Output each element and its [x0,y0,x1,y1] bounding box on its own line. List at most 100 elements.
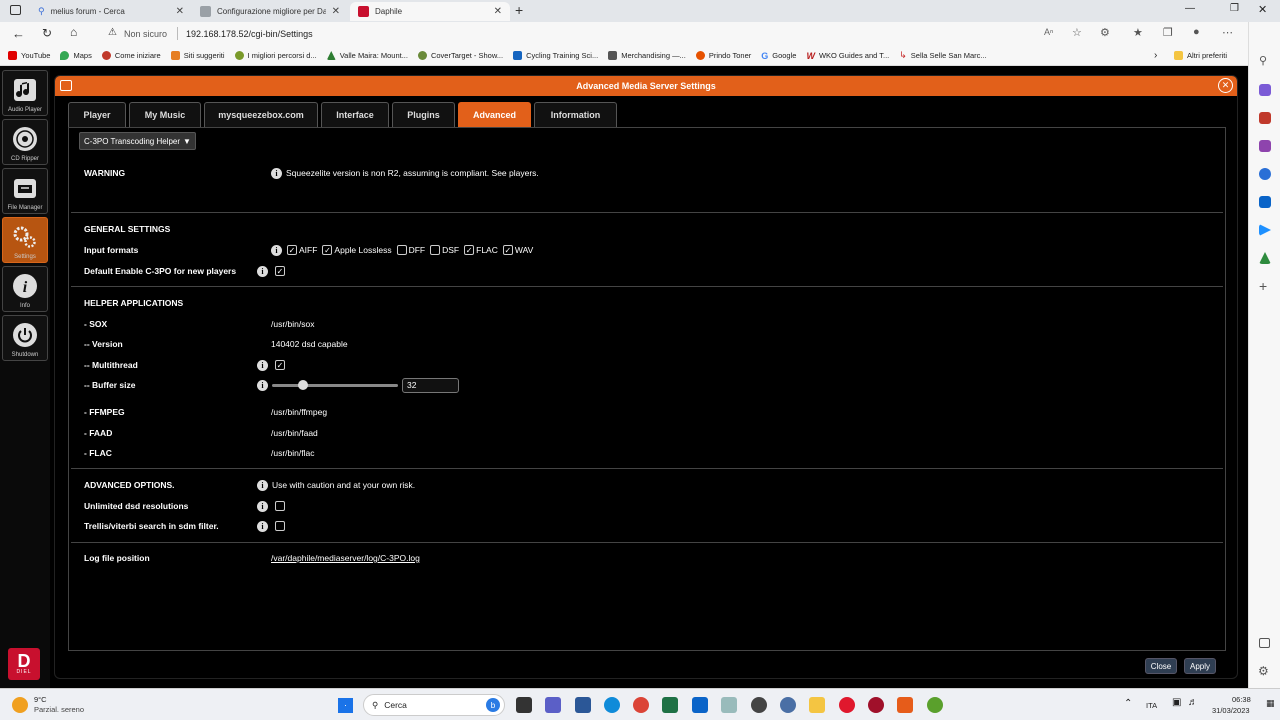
tab-advanced[interactable]: Advanced [458,102,531,127]
default-enable-checkbox[interactable]: ✓ [275,266,285,276]
bookmark-wko[interactable]: W WKO Guides and T... [806,51,889,61]
nav-cd-ripper[interactable]: CD Ripper [2,119,48,165]
info-icon[interactable]: i [271,244,282,256]
home-icon[interactable]: ⌂ [70,25,77,39]
edge-icon[interactable] [604,697,620,713]
outlook-icon[interactable] [692,697,708,713]
trellis-checkbox[interactable] [275,521,285,531]
file-explorer-icon[interactable] [809,697,825,713]
format-alac-checkbox[interactable]: ✓ [322,245,333,255]
settings-icon[interactable]: ⚙ [1258,664,1269,678]
language-indicator[interactable]: ITA [1146,701,1157,710]
bookmark-maps[interactable]: Maps [60,51,92,60]
bookmark-siti-suggeriti[interactable]: Siti suggeriti [170,51,225,60]
close-window-icon[interactable]: ✕ [1258,3,1267,16]
word-icon[interactable] [575,697,591,713]
chevron-right-icon[interactable]: › [1154,50,1157,61]
bookmark-come-iniziare[interactable]: Come iniziare [101,51,161,60]
apply-button[interactable]: Apply [1184,658,1216,674]
more-icon[interactable]: ⋯ [1222,26,1233,39]
info-icon[interactable]: i [257,520,268,532]
bookmark-cycling[interactable]: Cycling Training Sci... [513,51,598,60]
extensions-icon[interactable]: ⚙ [1100,26,1110,39]
weather-icon[interactable] [12,697,28,713]
tab-player[interactable]: Player [68,102,126,127]
profile-icon[interactable]: ● [1193,26,1200,38]
buffer-size-slider[interactable] [272,380,398,390]
buffer-size-input[interactable]: 32 [402,377,459,393]
bookmark-google[interactable]: G Google [761,51,796,61]
bookmark-sella[interactable]: ↳ Sella Selle San Marc... [899,50,986,61]
restore-icon[interactable]: ❐ [1230,3,1239,14]
format-dff-checkbox[interactable] [396,245,407,255]
bookmark-youtube[interactable]: YouTube [8,51,50,60]
torrent-icon[interactable] [927,697,943,713]
browser-tab-config[interactable]: Configurazione migliore per Dap ✕ [192,2,348,21]
nav-shutdown[interactable]: Shutdown [2,315,48,361]
teams-icon[interactable] [545,697,561,713]
slider-thumb[interactable] [298,380,308,390]
back-icon[interactable]: ← [12,26,25,41]
info-icon[interactable]: i [271,167,282,179]
tab-my-music[interactable]: My Music [129,102,201,127]
nav-info[interactable]: i Info [2,266,48,312]
bookmark-other[interactable]: Altri preferiti [1174,51,1227,60]
info-icon[interactable]: i [257,379,268,391]
close-icon[interactable]: ✕ [1218,78,1233,93]
weather-desc[interactable]: Parzial. sereno [34,705,84,714]
multithread-checkbox[interactable]: ✓ [275,360,285,370]
chevron-up-icon[interactable]: ⌃ [1124,698,1132,709]
bookmark-percorsi[interactable]: I migliori percorsi d... [234,51,317,60]
nav-audio-player[interactable]: Audio Player [2,70,48,116]
format-aiff-checkbox[interactable]: ✓ [287,245,297,255]
nav-settings[interactable]: Settings [2,217,48,263]
format-flac-checkbox[interactable]: ✓ [464,245,475,255]
app-red-icon[interactable] [868,697,884,713]
bookmark-prindo[interactable]: Prindo Toner [695,51,751,60]
popout-icon[interactable] [60,80,72,91]
favorites-icon[interactable]: ★ [1133,26,1143,39]
warning-icon[interactable]: ⚠ [108,27,117,38]
url-field[interactable]: 192.168.178.52/cgi-bin/Settings [186,29,313,39]
globe-icon[interactable] [780,697,796,713]
taskbar-search[interactable]: ⚲ Cerca b [363,694,505,716]
close-icon[interactable]: ✕ [332,6,340,17]
collections-icon[interactable]: ❐ [1163,26,1173,39]
office-icon[interactable] [1259,168,1271,180]
plugin-select[interactable]: C-3PO Transcoding Helper ▼ [79,132,196,150]
browser-tab-melius[interactable]: ⚲ melius forum - Cerca ✕ [30,2,192,21]
network-icon[interactable]: ▣ [1172,697,1181,708]
info-icon[interactable]: i [257,359,268,371]
bookmark-valle-maira[interactable]: Valle Maira: Mount... [326,51,408,60]
browser-tab-daphile[interactable]: Daphile ✕ [350,2,510,21]
nav-file-manager[interactable]: File Manager [2,168,48,214]
unlimited-dsd-checkbox[interactable] [275,501,285,511]
zotero-icon[interactable] [897,697,913,713]
security-label[interactable]: Non sicuro [124,29,167,39]
tree-icon[interactable] [1259,252,1271,264]
sidebar-layout-icon[interactable] [1259,638,1270,648]
briefcase-icon[interactable] [1259,112,1271,124]
tag-icon[interactable] [1259,84,1271,96]
weather-temp[interactable]: 9°C [34,695,47,704]
chrome-icon[interactable] [633,697,649,713]
clock-time[interactable]: 06:38 [1232,695,1251,704]
format-dsf-checkbox[interactable] [430,245,441,255]
tab-plugins[interactable]: Plugins [392,102,455,127]
log-file-link[interactable]: /var/daphile/mediaserver/log/C-3PO.log [271,553,420,563]
info-icon[interactable]: i [257,265,268,277]
close-button[interactable]: Close [1145,658,1177,674]
new-tab-icon[interactable]: + [515,2,523,18]
tab-mysqueezebox[interactable]: mysqueezebox.com [204,102,318,127]
excel-icon[interactable] [662,697,678,713]
add-icon[interactable]: + [1259,278,1267,294]
close-icon[interactable]: ✕ [176,6,184,17]
start-icon[interactable] [338,698,353,713]
send-icon[interactable] [1259,224,1271,236]
outlook-icon[interactable] [1259,196,1271,208]
alien-icon[interactable] [751,697,767,713]
app-icon[interactable] [721,697,737,713]
reload-icon[interactable]: ↻ [42,26,52,40]
close-icon[interactable]: ✕ [494,6,502,17]
window-menu-icon[interactable] [10,5,21,15]
